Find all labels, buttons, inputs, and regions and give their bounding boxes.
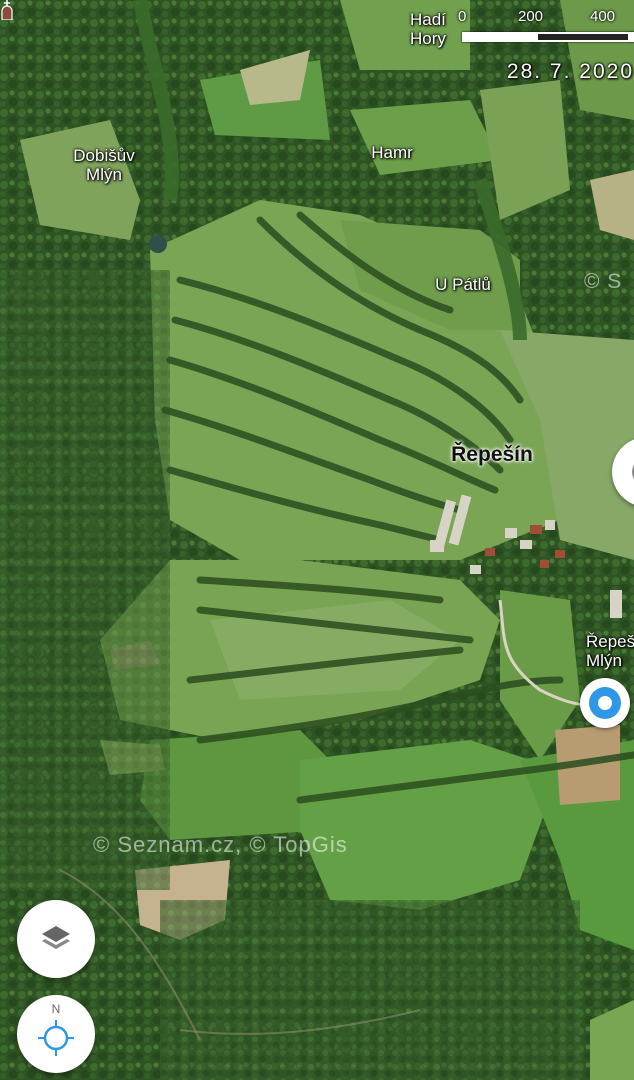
church-icon xyxy=(1,0,13,20)
copyright-top: © S xyxy=(584,270,623,293)
location-dot xyxy=(589,687,621,719)
map-label-hamr: Hamr xyxy=(371,143,413,162)
map-canvas[interactable]: Hadí Hory Dobišův Mlýn Hamr U Pátlů Řepe… xyxy=(0,0,634,1080)
map-label-dobisuv-mlyn: Dobišův Mlýn xyxy=(73,146,135,184)
scale-tick-0: 0 xyxy=(458,8,467,25)
map-label-repesin: Řepešín xyxy=(451,443,533,466)
scale-tick-400: 400 xyxy=(590,8,616,25)
side-panel-button[interactable] xyxy=(612,437,634,507)
scale-tick-200: 200 xyxy=(518,8,544,25)
imagery-date: 28. 7. 2020 xyxy=(506,60,634,83)
chevron-icon xyxy=(632,464,634,480)
map-label-u-patlu: U Pátlů xyxy=(435,275,491,294)
compass-north-label: N xyxy=(51,1002,61,1016)
current-location-marker[interactable] xyxy=(580,678,630,728)
copyright-center: © Seznam.cz, © TopGis xyxy=(93,832,348,857)
layers-button[interactable] xyxy=(17,900,95,978)
scale-bar xyxy=(462,32,634,42)
locate-icon xyxy=(38,1020,74,1056)
map-label-repesinsky-mlyn: Řepeš Mlýn xyxy=(586,632,634,670)
locate-button[interactable]: N xyxy=(17,995,95,1073)
layers-icon xyxy=(42,926,70,949)
